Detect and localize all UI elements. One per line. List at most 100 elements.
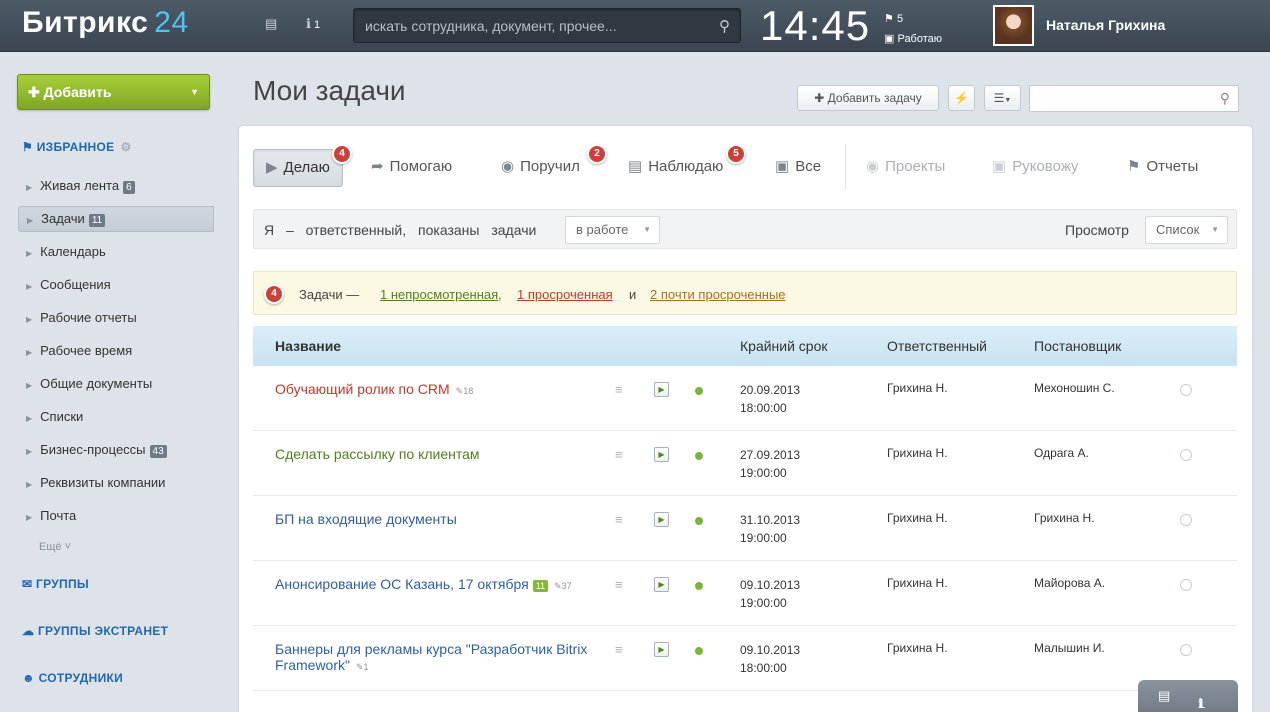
sidebar-item-label: Бизнес-процессы	[40, 442, 146, 457]
table-row: Обучающий ролик по CRM ✎18 ≡ ▶ 20.09.2013…	[253, 366, 1237, 431]
comment-count: ✎37	[554, 581, 572, 591]
add-task-button[interactable]: ✚ Добавить задачу	[797, 85, 939, 111]
dropdown-arrow-icon[interactable]: ▼	[190, 75, 199, 109]
unviewed-link[interactable]: 1 непросмотренная	[380, 287, 498, 302]
view-settings-button[interactable]: ☰▼	[984, 85, 1021, 111]
sidebar-item-requisites[interactable]: ▶ Реквизиты компании	[26, 475, 165, 490]
tab-projects[interactable]: ◉ Проекты	[866, 149, 945, 187]
more-link[interactable]: Ещё ˅	[39, 541, 71, 553]
tab-managing[interactable]: ▣ Руковожу	[992, 149, 1078, 187]
tab-label: Все	[795, 158, 822, 175]
sidebar-item-bizproc[interactable]: ▶ Бизнес-процессы 43	[26, 442, 167, 458]
sidebar-item-worktime[interactable]: ▶ Рабочее время	[26, 343, 132, 358]
responsible-cell[interactable]: Грихина Н.	[887, 446, 948, 460]
sidebar-item-documents[interactable]: ▶ Общие документы	[26, 376, 152, 391]
sidebar-item-messages[interactable]: ▶ Сообщения	[26, 277, 111, 292]
sidebar-item-tasks[interactable]: ▶ Задачи 11	[18, 206, 214, 232]
start-task-button[interactable]: ▶	[654, 642, 669, 657]
creator-cell[interactable]: Майорова А.	[1034, 576, 1105, 590]
sidebar-item-mail[interactable]: ▶ Почта	[26, 508, 76, 523]
tab-assigned[interactable]: ◉ Поручил	[501, 149, 580, 187]
chevron-down-icon: ▼	[1211, 225, 1219, 234]
chat-icon[interactable]: ▤	[265, 16, 277, 32]
task-link[interactable]: Баннеры для рекламы курса "Разработчик B…	[275, 641, 587, 673]
search-icon[interactable]: ⚲	[1220, 90, 1230, 107]
status-select[interactable]: в работе ▼	[565, 216, 660, 244]
tab-doing[interactable]: ▶ Делаю	[253, 149, 343, 187]
start-task-button[interactable]: ▶	[654, 577, 669, 592]
avatar[interactable]	[993, 5, 1034, 46]
chat-bar[interactable]: ▤ ℹ 1	[1138, 680, 1238, 712]
complete-radio[interactable]	[1180, 579, 1192, 591]
sidebar-item-reports[interactable]: ▶ Рабочие отчеты	[26, 310, 137, 325]
almost-overdue-link[interactable]: 2 почти просроченные	[650, 287, 786, 302]
start-task-button[interactable]: ▶	[654, 382, 669, 397]
complete-radio[interactable]	[1180, 644, 1192, 656]
task-link[interactable]: Анонсирование ОС Казань, 17 октября	[275, 576, 529, 592]
notifications-button[interactable]: ℹ1	[306, 16, 320, 32]
sidebar-item-lists[interactable]: ▶ Списки	[26, 409, 83, 424]
logo[interactable]: Битрикс 24	[22, 6, 189, 40]
groups-section[interactable]: ✉ ГРУППЫ	[22, 577, 89, 591]
table-row: Сделать рассылку по клиентам ≡ ▶ 27.09.2…	[253, 431, 1237, 496]
task-link[interactable]: Сделать рассылку по клиентам	[275, 446, 480, 462]
menu-icon[interactable]: ≡	[615, 447, 623, 462]
favorites-section[interactable]: ⚑ ИЗБРАННОЕ ⚙	[22, 140, 132, 154]
plus-icon: ✚	[28, 84, 40, 100]
creator-cell[interactable]: Мехоношин С.	[1034, 381, 1115, 395]
col-creator[interactable]: Постановщик	[1034, 326, 1121, 366]
sidebar-item-feed[interactable]: ▶ Живая лента 6	[26, 178, 135, 194]
search-icon[interactable]: ⚲	[719, 17, 730, 35]
deadline-cell: 09.10.2013 18:00:00	[740, 641, 800, 677]
notice-comma: ,	[498, 287, 502, 302]
arrow-right-icon: ▶	[26, 414, 33, 423]
work-status[interactable]: ⚑ 5 ▣ Работаю	[884, 9, 942, 49]
search-input[interactable]	[354, 9, 694, 42]
task-link[interactable]: Обучающий ролик по CRM	[275, 381, 450, 397]
menu-icon[interactable]: ≡	[615, 512, 623, 527]
tab-watching[interactable]: ▤ Наблюдаю	[628, 149, 723, 187]
sidebar-item-calendar[interactable]: ▶ Календарь	[26, 244, 106, 259]
cloud-icon: ☁	[22, 624, 35, 638]
deadline-date: 20.09.2013	[740, 383, 801, 397]
creator-cell[interactable]: Грихина Н.	[1034, 511, 1095, 525]
view-select[interactable]: Список ▼	[1145, 216, 1228, 244]
deadline-date: 27.09.2013	[740, 448, 801, 462]
tab-label: Наблюдаю	[648, 158, 724, 175]
add-button[interactable]: ✚ Добавить ▼	[17, 74, 210, 110]
tab-reports[interactable]: ⚑ Отчеты	[1127, 149, 1198, 187]
gear-icon[interactable]: ⚙	[120, 140, 131, 154]
menu-icon[interactable]: ≡	[615, 642, 623, 657]
col-deadline[interactable]: Крайний срок	[740, 326, 828, 366]
start-task-button[interactable]: ▶	[654, 512, 669, 527]
complete-radio[interactable]	[1180, 449, 1192, 461]
tab-helping[interactable]: ➦ Помогаю	[371, 149, 452, 187]
chat-icon[interactable]: ▤	[1158, 688, 1170, 704]
responsible-cell[interactable]: Грихина Н.	[887, 381, 948, 395]
notice-prefix: Задачи —	[299, 287, 360, 302]
complete-radio[interactable]	[1180, 384, 1192, 396]
creator-cell[interactable]: Малышин И.	[1034, 641, 1105, 655]
clock[interactable]: 14:45	[760, 2, 870, 50]
menu-icon[interactable]: ≡	[615, 382, 623, 397]
responsible-cell[interactable]: Грихина Н.	[887, 511, 948, 525]
employees-section[interactable]: ☻ СОТРУДНИКИ	[22, 671, 123, 685]
col-responsible[interactable]: Ответственный	[887, 326, 987, 366]
menu-icon[interactable]: ≡	[615, 577, 623, 592]
complete-radio[interactable]	[1180, 514, 1192, 526]
responsible-cell[interactable]: Грихина Н.	[887, 641, 948, 655]
play-icon: ▶	[658, 645, 665, 654]
extranet-section[interactable]: ☁ ГРУППЫ ЭКСТРАНЕТ	[22, 624, 168, 638]
filter-bar: Я – ответственный, показаны задачи в раб…	[253, 209, 1237, 249]
col-name[interactable]: Название	[275, 326, 341, 366]
user-name[interactable]: Наталья Грихина	[1046, 17, 1165, 33]
overdue-link[interactable]: 1 просроченная	[517, 287, 613, 302]
compass-icon: ◉	[866, 158, 880, 175]
start-task-button[interactable]: ▶	[654, 447, 669, 462]
responsible-cell[interactable]: Грихина Н.	[887, 576, 948, 590]
task-search-input[interactable]: ⚲	[1029, 85, 1239, 112]
creator-cell[interactable]: Одрага А.	[1034, 446, 1089, 460]
tab-all[interactable]: ▣ Все	[775, 149, 821, 187]
task-link[interactable]: БП на входящие документы	[275, 511, 457, 527]
lightning-button[interactable]: ⚡	[948, 85, 975, 111]
